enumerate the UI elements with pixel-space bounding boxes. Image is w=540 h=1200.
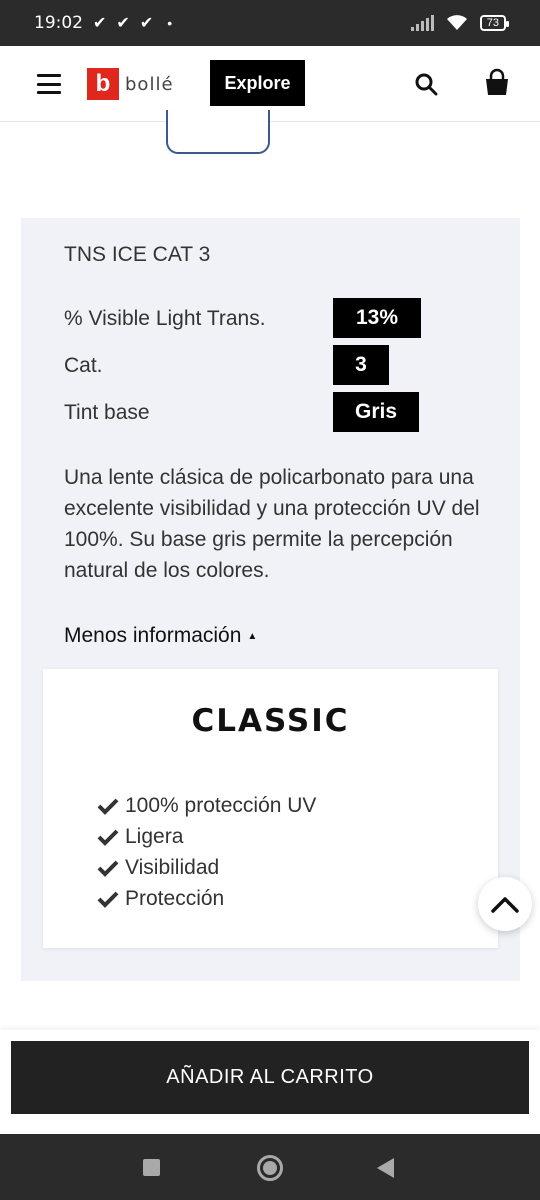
spec-label-tint: Tint base bbox=[64, 401, 150, 424]
wifi-icon bbox=[446, 15, 467, 30]
classic-card: CLASSIC 100% protección UV Ligera Visibi… bbox=[43, 669, 498, 948]
spec-value-cat: 3 bbox=[333, 345, 389, 385]
spec-label-cat: Cat. bbox=[64, 354, 103, 377]
list-item: Visibilidad bbox=[97, 852, 316, 883]
less-info-toggle[interactable]: Menos información ▲ bbox=[64, 624, 257, 648]
lens-info-panel: TNS ICE CAT 3 % Visible Light Trans. 13%… bbox=[21, 218, 520, 981]
feature-label: Ligera bbox=[125, 825, 184, 848]
feature-label: Protección bbox=[125, 887, 225, 910]
check-icon: ✔ bbox=[139, 15, 154, 32]
check-icon bbox=[97, 891, 119, 908]
status-right: 73 bbox=[410, 14, 510, 32]
check-icon bbox=[97, 829, 119, 846]
variant-swatch[interactable] bbox=[166, 110, 270, 154]
feature-label: 100% protección UV bbox=[125, 794, 317, 817]
add-to-cart-button[interactable]: AÑADIR AL CARRITO bbox=[11, 1041, 529, 1114]
menu-icon[interactable] bbox=[37, 74, 61, 94]
status-left: 19:02 ✔ ✔ ✔ • bbox=[34, 13, 172, 33]
status-time: 19:02 bbox=[34, 13, 83, 33]
system-nav-bar bbox=[0, 1134, 540, 1200]
explore-button[interactable]: Explore bbox=[210, 60, 305, 106]
lens-name: TNS ICE CAT 3 bbox=[64, 243, 211, 266]
check-icon bbox=[97, 860, 119, 877]
notification-dot-icon: • bbox=[167, 15, 173, 31]
signal-icon bbox=[410, 15, 434, 31]
battery-icon: 73 bbox=[479, 15, 510, 31]
back-icon[interactable] bbox=[377, 1158, 394, 1178]
brand-logo[interactable]: b bollé bbox=[87, 68, 174, 100]
recents-icon[interactable] bbox=[143, 1159, 160, 1176]
list-item: Ligera bbox=[97, 821, 316, 852]
check-icon bbox=[97, 798, 119, 815]
check-icon: ✔ bbox=[93, 15, 107, 32]
search-icon[interactable] bbox=[414, 72, 438, 96]
status-bar: 19:02 ✔ ✔ ✔ • 73 bbox=[0, 0, 540, 46]
scroll-to-top-button[interactable] bbox=[478, 877, 532, 931]
site-header: b bollé Explore bbox=[0, 46, 540, 122]
logo-mark: b bbox=[87, 68, 119, 100]
spec-value-tint: Gris bbox=[333, 392, 419, 432]
list-item: 100% protección UV bbox=[97, 790, 316, 821]
triangle-up-icon: ▲ bbox=[247, 630, 258, 642]
less-info-label: Menos información bbox=[64, 624, 242, 647]
list-item: Protección bbox=[97, 883, 316, 914]
feature-list: 100% protección UV Ligera Visibilidad Pr… bbox=[97, 790, 316, 914]
home-icon[interactable] bbox=[257, 1155, 283, 1181]
logo-text: bollé bbox=[125, 73, 174, 95]
classic-title: CLASSIC bbox=[191, 703, 350, 739]
chevron-up-icon bbox=[491, 897, 519, 913]
check-icon: ✔ bbox=[116, 15, 130, 32]
feature-label: Visibilidad bbox=[125, 856, 220, 879]
add-to-cart-bar: AÑADIR AL CARRITO bbox=[0, 1030, 540, 1134]
lens-description: Una lente clásica de policarbonato para … bbox=[64, 466, 480, 582]
shopping-bag-icon[interactable] bbox=[482, 68, 512, 98]
spec-value-vlt: 13% bbox=[333, 298, 421, 338]
spec-label-vlt: % Visible Light Trans. bbox=[64, 307, 266, 330]
